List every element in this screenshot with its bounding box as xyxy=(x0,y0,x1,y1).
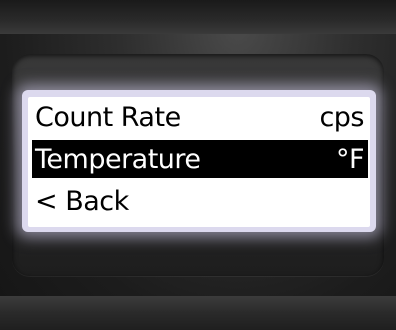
menu-item-label: Temperature xyxy=(35,143,201,175)
menu-item-count-rate[interactable]: Count Rate cps xyxy=(32,98,368,136)
housing-bottom-edge xyxy=(0,296,396,330)
menu-item-label: Count Rate xyxy=(35,101,181,133)
lcd-screen: Count Rate cps Temperature °F < Back xyxy=(28,97,370,227)
menu-item-temperature[interactable]: Temperature °F xyxy=(32,140,368,178)
menu-item-value: °F xyxy=(335,143,365,175)
menu-item-value: cps xyxy=(319,101,364,133)
menu-item-label: < Back xyxy=(35,185,129,217)
housing-top-edge xyxy=(0,0,396,34)
menu-item-back[interactable]: < Back xyxy=(32,182,368,220)
